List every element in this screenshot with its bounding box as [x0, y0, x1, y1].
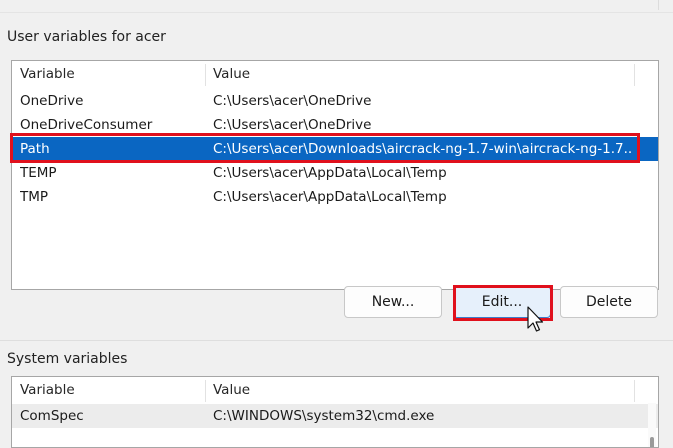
- list-item[interactable]: TMP C:\Users\acer\AppData\Local\Temp: [12, 185, 658, 209]
- list-item[interactable]: ComSpec C:\WINDOWS\system32\cmd.exe: [12, 404, 658, 428]
- variable-value: C:\Users\acer\AppData\Local\Temp: [213, 165, 447, 181]
- window-corner: [658, 0, 667, 10]
- column-separator[interactable]: [205, 64, 206, 86]
- column-header-value[interactable]: Value: [213, 377, 250, 403]
- user-variables-title: User variables for acer: [7, 29, 166, 45]
- system-variables-header: Variable Value: [12, 377, 658, 403]
- system-variables-title: System variables: [7, 351, 128, 367]
- variable-value: C:\Users\acer\AppData\Local\Temp: [213, 189, 447, 205]
- column-separator[interactable]: [634, 380, 635, 402]
- user-variables-list[interactable]: Variable Value OneDrive C:\Users\acer\On…: [11, 60, 659, 290]
- list-item[interactable]: TEMP C:\Users\acer\AppData\Local\Temp: [12, 161, 658, 185]
- column-separator[interactable]: [205, 380, 206, 402]
- variable-name: TEMP: [20, 165, 57, 181]
- user-variables-header: Variable Value: [12, 61, 658, 87]
- column-header-value[interactable]: Value: [213, 61, 250, 87]
- column-header-variable[interactable]: Variable: [20, 61, 75, 87]
- variable-name: ComSpec: [20, 408, 84, 424]
- variable-value: C:\WINDOWS\system32\cmd.exe: [213, 408, 435, 424]
- variable-name: Path: [20, 141, 50, 157]
- variable-name: OneDriveConsumer: [20, 117, 153, 133]
- system-variables-group: System variables Variable Value ComSpec …: [0, 344, 673, 448]
- column-separator[interactable]: [634, 64, 635, 86]
- variable-value: C:\Users\acer\OneDrive: [213, 117, 372, 133]
- top-window-edge: [0, 0, 673, 13]
- new-button[interactable]: New...: [344, 286, 442, 318]
- system-variables-list[interactable]: Variable Value ComSpec C:\WINDOWS\system…: [11, 376, 659, 448]
- variable-value: C:\Users\acer\OneDrive: [213, 93, 372, 109]
- scrollbar-thumb[interactable]: [650, 437, 654, 447]
- delete-button[interactable]: Delete: [560, 286, 658, 318]
- user-variables-group: User variables for acer Variable Value O…: [0, 22, 673, 341]
- variable-name: TMP: [20, 189, 49, 205]
- list-item[interactable]: OneDriveConsumer C:\Users\acer\OneDrive: [12, 113, 658, 137]
- column-header-variable[interactable]: Variable: [20, 377, 75, 403]
- variable-value: C:\Users\acer\Downloads\aircrack-ng-1.7-…: [213, 141, 633, 157]
- mouse-pointer-icon: [527, 306, 544, 332]
- list-item[interactable]: OneDrive C:\Users\acer\OneDrive: [12, 89, 658, 113]
- vertical-scrollbar[interactable]: [648, 403, 656, 447]
- list-item-selected[interactable]: Path C:\Users\acer\Downloads\aircrack-ng…: [12, 137, 658, 161]
- variable-name: OneDrive: [20, 93, 84, 109]
